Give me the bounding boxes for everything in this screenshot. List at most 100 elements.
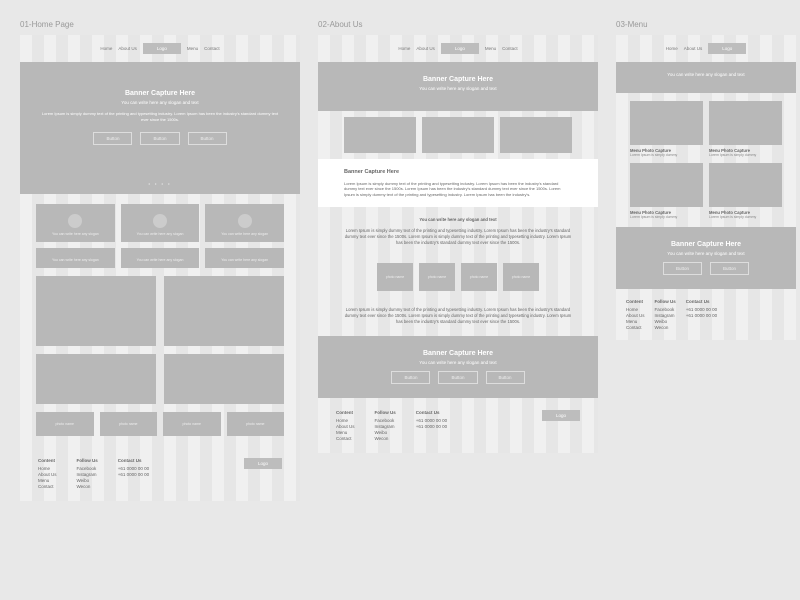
nav-contact[interactable]: Contact — [204, 46, 220, 51]
footer-link[interactable]: Contact — [336, 436, 355, 441]
banner-button[interactable]: Button — [188, 132, 227, 145]
footer-logo[interactable]: Logo — [542, 410, 580, 421]
menu-card[interactable]: Menu Photo Capture Lorem Ipsum is simply… — [630, 101, 703, 157]
banner-button[interactable]: Button — [486, 371, 525, 384]
footer-link[interactable]: Weibo — [655, 319, 676, 324]
image-placeholder — [36, 276, 156, 346]
nav-about[interactable]: About Us — [118, 46, 137, 51]
avatar-icon — [153, 214, 167, 228]
thumbnail[interactable]: photo name — [163, 412, 221, 436]
footer-content-head: Content — [38, 458, 57, 463]
image-placeholder — [164, 354, 284, 404]
nav-about[interactable]: About Us — [684, 46, 703, 51]
logo[interactable]: Logo — [441, 43, 479, 54]
nav-home[interactable]: Home — [398, 46, 410, 51]
footer-phone: +61 0000 00 00 — [118, 472, 149, 477]
logo[interactable]: Logo — [143, 43, 181, 54]
header: Home About Us Logo Menu Contact — [318, 35, 598, 62]
footer-link[interactable]: Home — [336, 418, 355, 423]
banner-title: Banner Capture Here — [40, 90, 280, 97]
banner-button[interactable]: Button — [93, 132, 132, 145]
footer-link[interactable]: Facebook — [375, 418, 396, 423]
banner-title: Banner Capture Here — [338, 76, 578, 83]
footer-link[interactable]: Instagram — [655, 313, 676, 318]
footer-link[interactable]: About Us — [38, 472, 57, 477]
footer-link[interactable]: Facebook — [655, 307, 676, 312]
feature-card[interactable]: You can write here any slogan — [36, 248, 115, 268]
cta-banner: Banner Capture Here You can write here a… — [318, 336, 598, 398]
nav-contact[interactable]: Contact — [502, 46, 518, 51]
nav-home[interactable]: Home — [100, 46, 112, 51]
footer-link[interactable]: Contact — [626, 325, 645, 330]
nav-about[interactable]: About Us — [416, 46, 435, 51]
banner-button[interactable]: Button — [438, 371, 477, 384]
banner-subtitle: You can write here any slogan and text — [40, 100, 280, 105]
banner-button[interactable]: Button — [391, 371, 430, 384]
banner-button[interactable]: Button — [140, 132, 179, 145]
feature-card[interactable]: You can write here any slogan — [205, 248, 284, 268]
banner-button[interactable]: Button — [710, 262, 749, 275]
footer-link[interactable]: Wecon — [655, 325, 676, 330]
banner-subtitle: You can write here any slogan and text — [338, 86, 578, 91]
image-placeholder — [500, 117, 572, 153]
footer-link[interactable]: Wecon — [77, 484, 98, 489]
nav-menu[interactable]: Menu — [485, 46, 496, 51]
menu-image — [630, 101, 703, 145]
stat-box: photo name — [503, 263, 539, 291]
footer: Content Home About Us Menu Contact Follo… — [616, 289, 796, 340]
footer-link[interactable]: Weibo — [77, 478, 98, 483]
thumbnail[interactable]: photo name — [100, 412, 158, 436]
wireframe-menu: Home About Us Logo You can write here an… — [616, 35, 796, 340]
banner-title: Banner Capture Here — [338, 350, 578, 357]
footer-link[interactable]: About Us — [336, 424, 355, 429]
footer-link[interactable]: Menu — [336, 430, 355, 435]
menu-subtext: Lorem Ipsum is simply dummy — [630, 215, 703, 219]
banner-subtitle: You can write here any slogan and text — [636, 251, 776, 256]
menu-subtext: Lorem Ipsum is simply dummy — [709, 215, 782, 219]
menu-card[interactable]: Menu Photo Capture Lorem Ipsum is simply… — [709, 101, 782, 157]
feature-card[interactable]: You can write here any slogan — [205, 204, 284, 242]
banner-body: Lorem Ipsum is simply dummy text of the … — [40, 111, 280, 122]
footer: Content Home About Us Menu Contact Follo… — [20, 446, 300, 501]
footer-link[interactable]: Instagram — [77, 472, 98, 477]
footer-link[interactable]: Weibo — [375, 430, 396, 435]
logo[interactable]: Logo — [708, 43, 746, 54]
banner-button[interactable]: Button — [663, 262, 702, 275]
feature-card[interactable]: You can write here any slogan — [121, 248, 200, 268]
footer-link[interactable]: Menu — [38, 478, 57, 483]
feature-card[interactable]: You can write here any slogan — [121, 204, 200, 242]
footer-link[interactable]: Home — [626, 307, 645, 312]
footer-link[interactable]: Facebook — [77, 466, 98, 471]
footer-link[interactable]: Home — [38, 466, 57, 471]
footer: Content Home About Us Menu Contact Follo… — [318, 398, 598, 453]
footer-phone: +61 0000 00 00 — [416, 418, 447, 423]
menu-image — [630, 163, 703, 207]
image-placeholder — [422, 117, 494, 153]
menu-image — [709, 163, 782, 207]
banner-subtitle: You can write here any slogan and text — [338, 360, 578, 365]
footer-link[interactable]: Instagram — [375, 424, 396, 429]
image-placeholder — [164, 276, 284, 346]
cta-banner: Banner Capture Here You can write here a… — [616, 227, 796, 289]
footer-link[interactable]: Contact — [38, 484, 57, 489]
stat-box: photo name — [461, 263, 497, 291]
footer-link[interactable]: About Us — [626, 313, 645, 318]
feature-card[interactable]: You can write here any slogan — [36, 204, 115, 242]
menu-image — [709, 101, 782, 145]
hero-banner: Banner Capture Here You can write here a… — [20, 62, 300, 173]
hero-banner: You can write here any slogan and text — [616, 62, 796, 93]
thumbnail[interactable]: photo name — [36, 412, 94, 436]
footer-link[interactable]: Menu — [626, 319, 645, 324]
menu-card[interactable]: Menu Photo Capture Lorem Ipsum is simply… — [630, 163, 703, 219]
footer-follow-head: Follow Us — [77, 458, 98, 463]
menu-card[interactable]: Menu Photo Capture Lorem Ipsum is simply… — [709, 163, 782, 219]
footer-phone: +61 0000 00 00 — [416, 424, 447, 429]
footer-logo[interactable]: Logo — [244, 458, 282, 469]
nav-home[interactable]: Home — [666, 46, 678, 51]
footer-link[interactable]: Wecon — [375, 436, 396, 441]
footer-contact-head: Contact Us — [118, 458, 149, 463]
carousel-dots[interactable]: • • • • — [20, 173, 300, 194]
wireframe-home: Home About Us Logo Menu Contact Banner C… — [20, 35, 300, 501]
nav-menu[interactable]: Menu — [187, 46, 198, 51]
thumbnail[interactable]: photo name — [227, 412, 285, 436]
